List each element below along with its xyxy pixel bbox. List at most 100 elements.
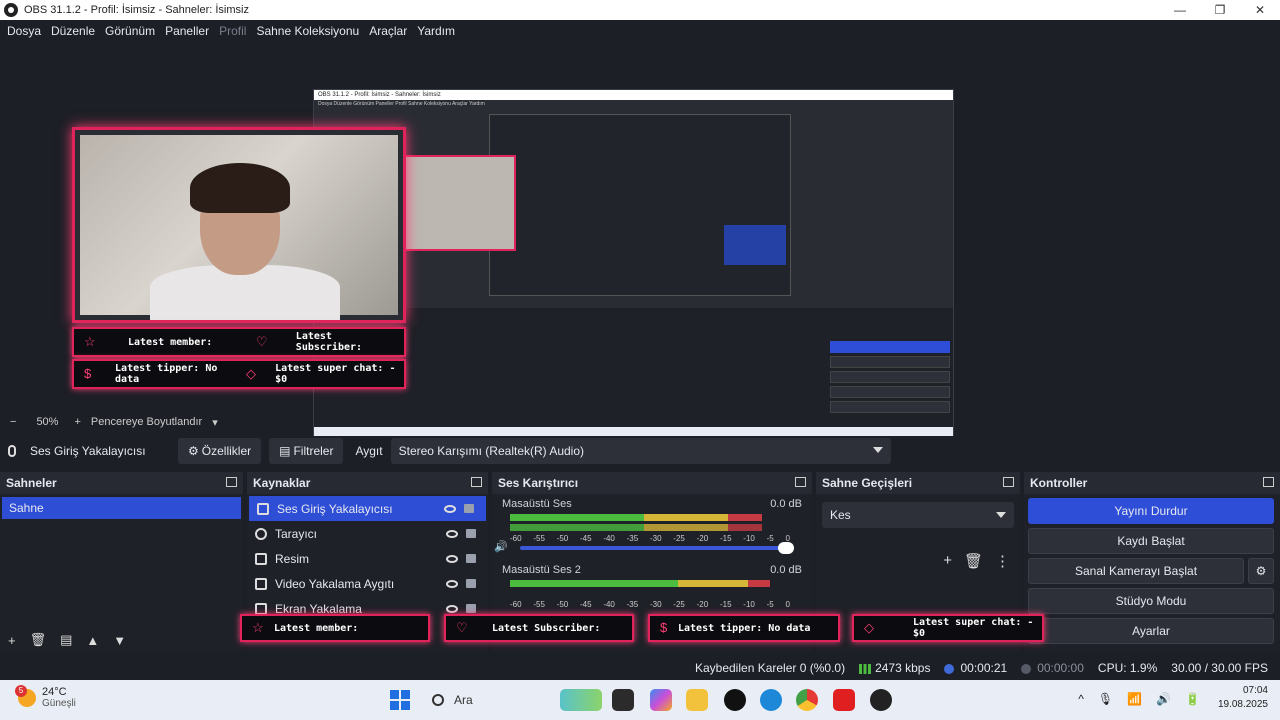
lock-icon[interactable] <box>464 504 474 513</box>
properties-button[interactable]: ⚙ Özellikler <box>178 438 262 464</box>
menu-view[interactable]: Görünüm <box>100 24 160 38</box>
source-label: Video Yakalama Aygıtı <box>275 576 395 591</box>
trash-icon[interactable]: 🗑 <box>964 552 983 570</box>
dollar-icon: $ <box>84 366 92 381</box>
lock-icon[interactable] <box>466 529 476 538</box>
signal-icon <box>859 663 872 674</box>
start-virtual-camera-button[interactable]: Sanal Kamerayı Başlat <box>1028 558 1244 584</box>
filters-button[interactable]: ▤ Filtreler <box>269 438 344 464</box>
youtube-icon[interactable] <box>833 689 855 711</box>
gear-icon: ⚙ <box>188 444 199 458</box>
eye-icon[interactable] <box>446 579 458 588</box>
star-icon: ☆ <box>84 334 96 349</box>
weather-widget[interactable]: 5 24°C Güneşli <box>15 684 76 709</box>
settings-button[interactable]: Ayarlar <box>1028 618 1274 644</box>
chevron-down-icon[interactable]: ▾ <box>212 416 218 429</box>
lock-icon[interactable] <box>466 604 476 613</box>
eye-icon[interactable] <box>444 504 456 513</box>
lock-icon[interactable] <box>466 579 476 588</box>
controls-title: Kontroller <box>1030 476 1088 490</box>
file-explorer-icon[interactable] <box>686 689 708 711</box>
nested-obs-window <box>489 114 791 296</box>
add-icon[interactable]: + <box>8 633 16 648</box>
add-icon[interactable]: + <box>943 552 952 570</box>
fit-to-window-label[interactable]: Pencereye Boyutlandır <box>91 416 202 428</box>
zoom-out-button[interactable]: − <box>10 416 16 428</box>
device-select[interactable]: Stereo Karışımı (Realtek(R) Audio) <box>390 438 891 464</box>
studio-mode-button[interactable]: Stüdyo Modu <box>1028 588 1274 614</box>
source-item[interactable]: Video Yakalama Aygıtı <box>247 571 488 596</box>
undock-icon[interactable] <box>471 477 482 487</box>
speaker-icon[interactable]: 🔊 <box>1156 692 1171 706</box>
menu-file[interactable]: Dosya <box>2 24 46 38</box>
menu-bar: Dosya Düzenle Görünüm Paneller Profil Sa… <box>0 20 1280 42</box>
more-icon[interactable]: ⋮ <box>995 552 1010 570</box>
scenes-dock: Sahneler Sahne <box>0 472 243 652</box>
window-title: OBS 31.1.2 - Profil: İsimsiz - Sahneler:… <box>24 4 249 16</box>
undock-icon[interactable] <box>795 477 806 487</box>
volume-meter <box>510 514 790 521</box>
slider-knob[interactable] <box>778 542 794 554</box>
tiktok-icon[interactable] <box>724 689 746 711</box>
nested-obs-title: OBS 31.1.2 - Profil: İsimsiz - Sahneler:… <box>314 90 953 100</box>
chevron-down-icon <box>996 512 1006 518</box>
chevron-up-icon[interactable]: ▲ <box>86 633 99 648</box>
menu-help[interactable]: Yardım <box>412 24 460 38</box>
chevron-up-icon[interactable]: ^ <box>1078 692 1084 706</box>
copilot-icon[interactable] <box>650 689 672 711</box>
preview-area[interactable]: OBS 31.1.2 - Profil: İsimsiz - Sahneler:… <box>0 42 1280 450</box>
overlay-alert-member: ☆ Latest member: <box>240 614 430 642</box>
task-view-icon[interactable] <box>612 689 634 711</box>
menu-profile[interactable]: Profil <box>214 24 251 38</box>
eye-icon[interactable] <box>446 604 458 613</box>
zoom-in-button[interactable]: + <box>74 416 80 428</box>
obs-taskbar-icon[interactable] <box>870 689 892 711</box>
menu-tools[interactable]: Araçlar <box>364 24 412 38</box>
minimize-button[interactable]: — <box>1160 0 1200 20</box>
battery-icon[interactable]: 🔋 <box>1185 692 1200 706</box>
eye-icon[interactable] <box>446 529 458 538</box>
wifi-icon[interactable]: 📶 <box>1127 692 1142 706</box>
transition-select[interactable]: Kes <box>822 502 1014 528</box>
gear-icon[interactable]: ⚙ <box>1248 558 1274 584</box>
maximize-button[interactable]: ❐ <box>1200 0 1240 20</box>
speaker-icon[interactable]: 🔊 <box>494 540 508 553</box>
undock-icon[interactable] <box>1263 477 1274 487</box>
menu-docks[interactable]: Paneller <box>160 24 214 38</box>
chevron-down-icon[interactable]: ▼ <box>113 633 126 648</box>
undock-icon[interactable] <box>1003 477 1014 487</box>
channel-db: 0.0 dB <box>770 498 802 510</box>
stop-stream-button[interactable]: Yayını Durdur <box>1028 498 1274 524</box>
trash-icon[interactable]: 🗑 <box>30 632 47 648</box>
undock-icon[interactable] <box>226 477 237 487</box>
widget-icon[interactable] <box>560 689 602 711</box>
heart-icon: ♡ <box>255 334 268 349</box>
dollar-icon: $ <box>660 620 668 635</box>
menu-edit[interactable]: Düzenle <box>46 24 100 38</box>
windows-start-icon[interactable] <box>390 690 410 710</box>
preview-canvas[interactable]: OBS 31.1.2 - Profil: İsimsiz - Sahneler:… <box>313 89 954 450</box>
monitor-icon <box>255 602 267 615</box>
source-item[interactable]: Tarayıcı <box>247 521 488 546</box>
menu-scene-collection[interactable]: Sahne Koleksiyonu <box>251 24 364 38</box>
filter-icon[interactable]: ▤ <box>60 632 72 648</box>
scene-item[interactable]: Sahne <box>2 497 241 519</box>
mixer-channel: Masaüstü Ses 0.0 dB -60 -55 -50 -45 -40 -35 -3… <box>492 494 812 560</box>
image-icon <box>255 552 267 565</box>
edge-icon[interactable] <box>760 689 782 711</box>
microphone-icon[interactable]: 🎙 <box>1098 692 1113 706</box>
clock[interactable]: 07:04 19.08.2025 <box>1218 684 1268 712</box>
volume-slider[interactable] <box>520 542 794 554</box>
source-item[interactable]: Resim <box>247 546 488 571</box>
meter-scale: -60 -55 -50 -45 -40 -35 -30 -25 -20 -15 -10 -5 0 <box>510 600 790 609</box>
overlay-alert-subscriber: ♡ Latest Subscriber: <box>444 614 634 642</box>
chrome-icon[interactable] <box>796 689 818 711</box>
overlay-member-label: Latest member: <box>274 622 359 634</box>
lock-icon[interactable] <box>466 554 476 563</box>
mixer-header: Ses Karıştırıcı <box>492 472 812 494</box>
close-button[interactable]: ✕ <box>1240 0 1280 20</box>
start-record-button[interactable]: Kaydı Başlat <box>1028 528 1274 554</box>
eye-icon[interactable] <box>446 554 458 563</box>
source-item[interactable]: Ses Giriş Yakalayıcısı <box>249 496 486 521</box>
channel-name: Masaüstü Ses <box>502 498 572 510</box>
